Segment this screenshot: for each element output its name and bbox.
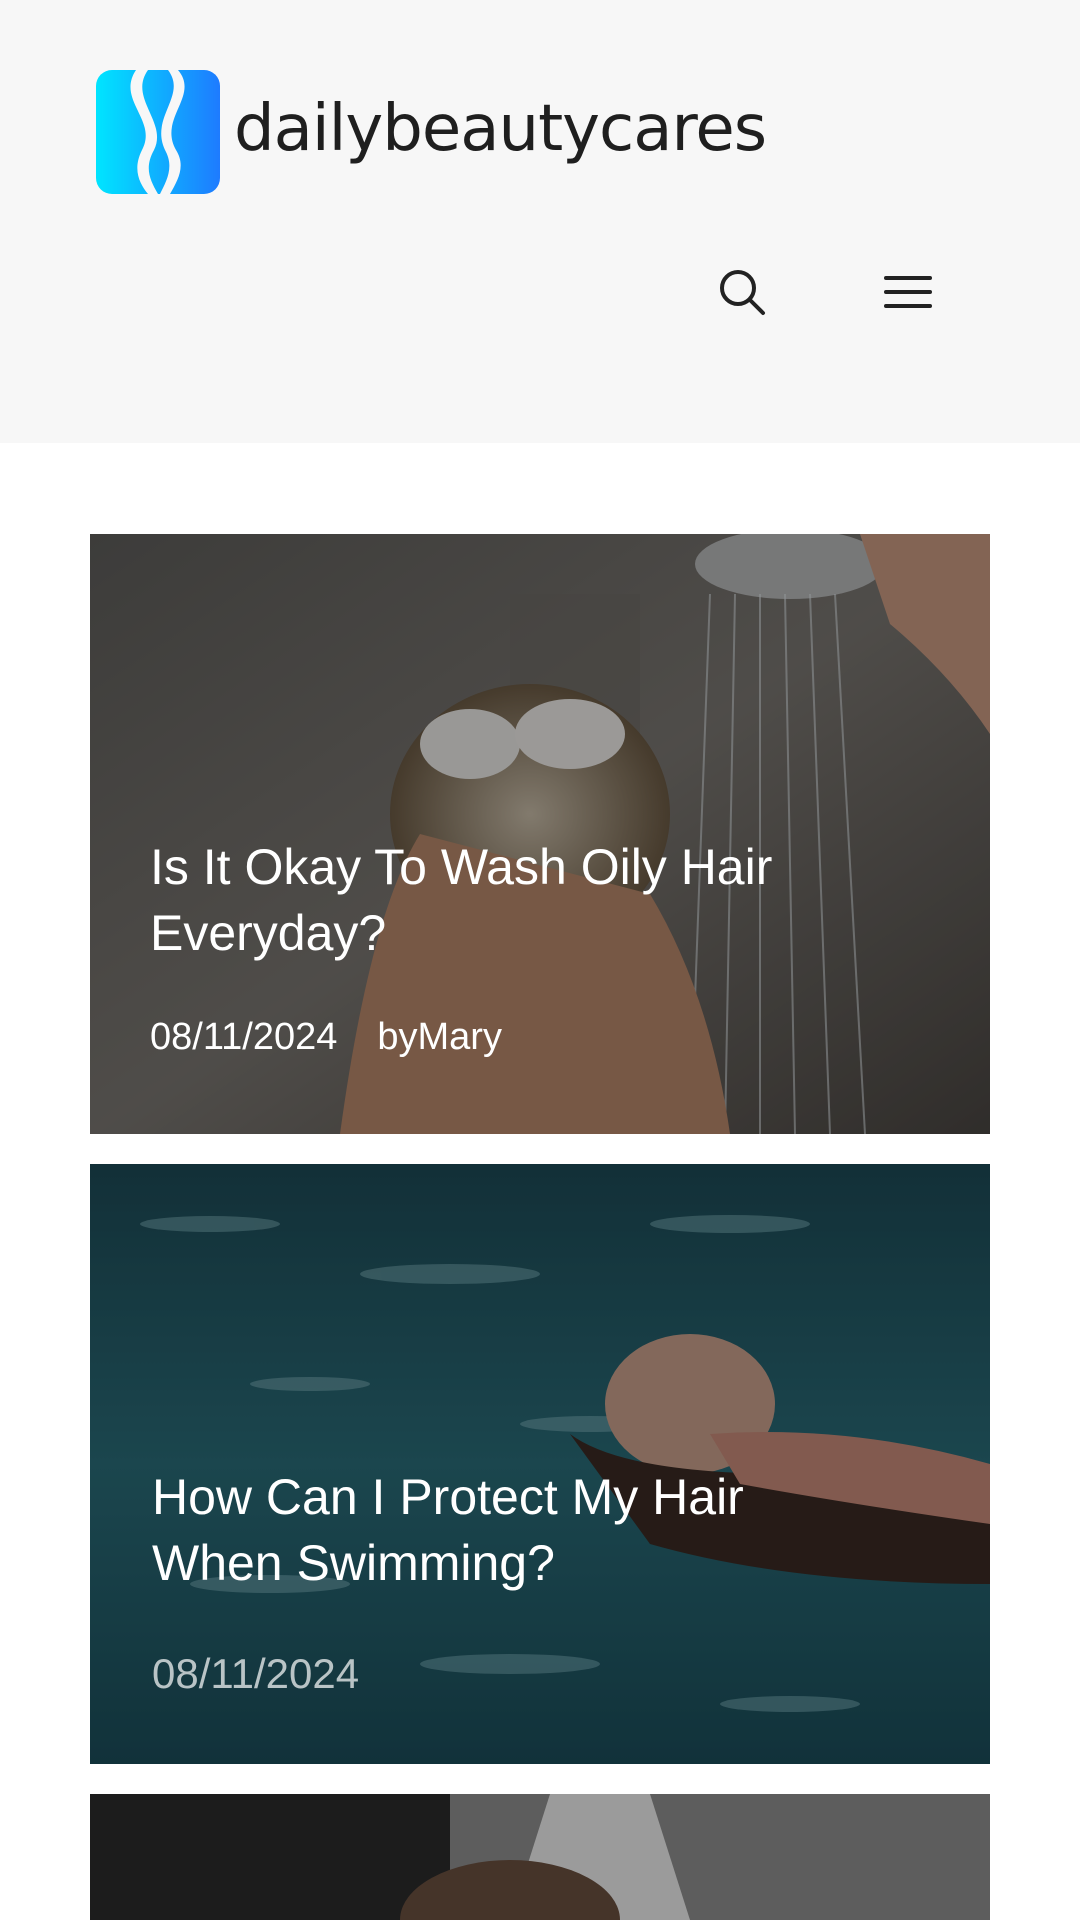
search-icon [720, 270, 765, 315]
hamburger-menu-icon [884, 276, 932, 308]
post-card[interactable] [90, 1794, 990, 1920]
post-date: 08/11/2024 [152, 1650, 360, 1697]
site-logo[interactable]: dailybeautycares [96, 70, 767, 194]
post-meta: 08/11/2024 byMary [150, 1016, 870, 1059]
logo-mark-icon [96, 70, 220, 194]
post-title[interactable]: Is It Okay To Wash Oily Hair Everyday? [150, 834, 870, 966]
site-header: dailybeautycares [0, 0, 1080, 443]
menu-button[interactable] [868, 252, 948, 332]
post-meta: 08/11/2024 [152, 1650, 870, 1698]
post-card[interactable]: Is It Okay To Wash Oily Hair Everyday? 0… [90, 534, 990, 1134]
site-name: dailybeautycares [234, 92, 767, 166]
post-title[interactable]: How Can I Protect My Hair When Swimming? [152, 1464, 870, 1596]
image-overlay [90, 1794, 990, 1920]
post-card[interactable]: How Can I Protect My Hair When Swimming?… [90, 1164, 990, 1764]
post-card-content: Is It Okay To Wash Oily Hair Everyday? 0… [150, 834, 870, 1059]
post-date: 08/11/2024 [150, 1016, 338, 1058]
search-button[interactable] [702, 252, 782, 332]
post-author[interactable]: byMary [377, 1016, 502, 1058]
post-card-content: How Can I Protect My Hair When Swimming?… [152, 1464, 870, 1698]
